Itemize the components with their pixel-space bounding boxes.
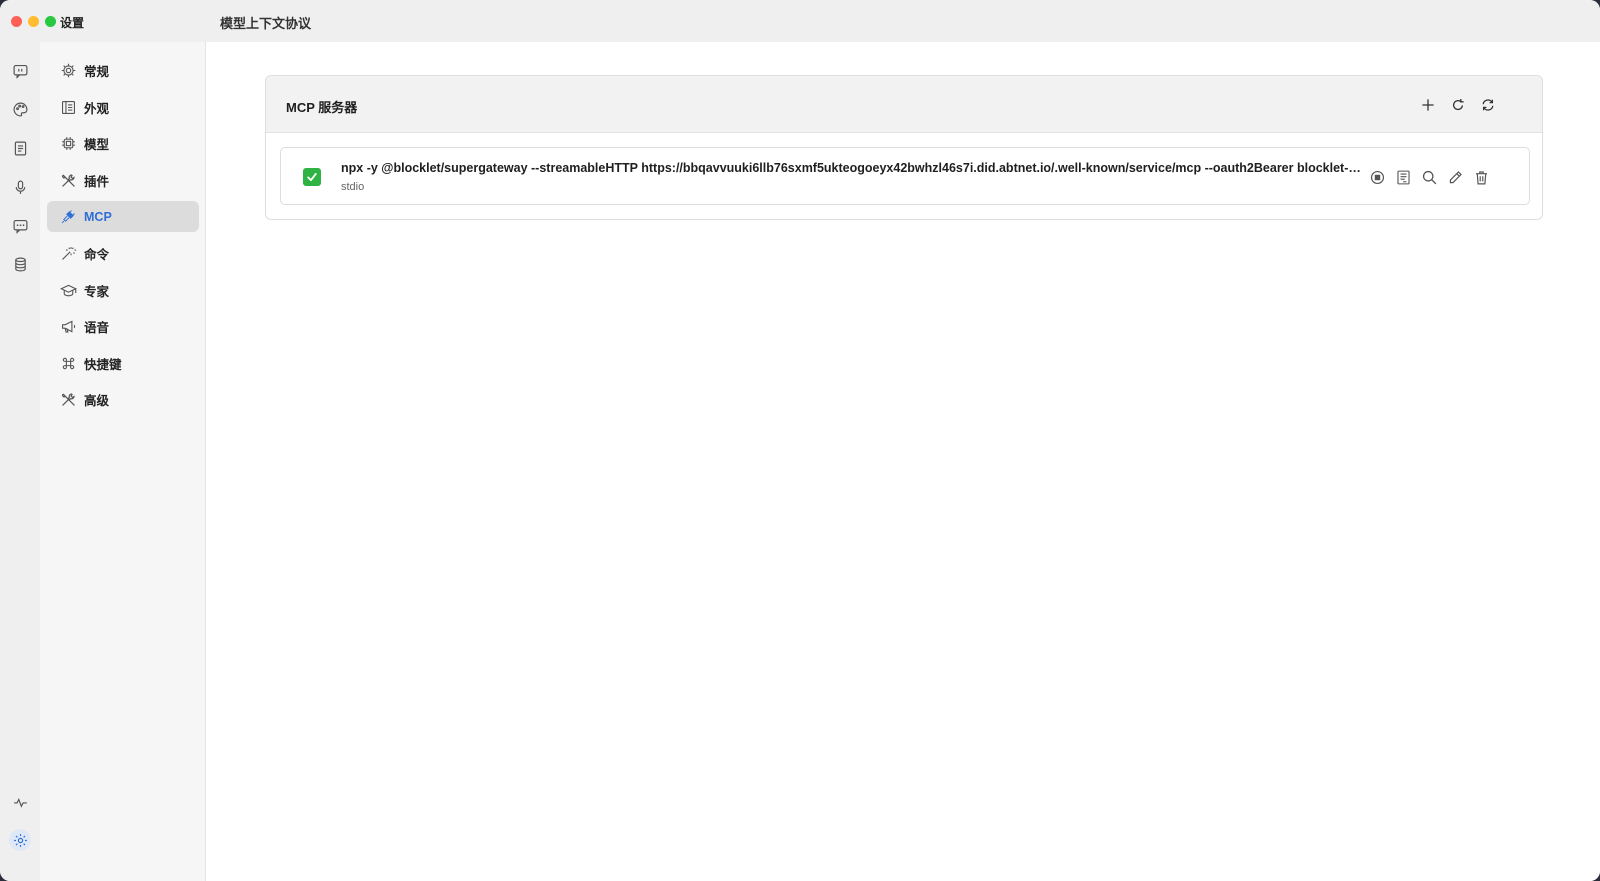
settings-sidebar: 常规 外观 模型 插件 MCP 命令 专家 语音 快捷键 高级: [40, 42, 206, 881]
sidebar-item-plugins[interactable]: 插件: [47, 165, 199, 196]
sync-button[interactable]: [1477, 94, 1499, 116]
sidebar-item-label: 快捷键: [84, 358, 122, 372]
megaphone-icon: [59, 318, 77, 336]
magic-wand-icon: [59, 245, 77, 263]
sidebar-item-label: 插件: [84, 175, 110, 189]
sidebar-item-mcp[interactable]: MCP: [47, 201, 199, 232]
window-title: 设置: [60, 16, 85, 30]
activity-icon[interactable]: [9, 791, 31, 813]
enabled-check-icon[interactable]: [303, 168, 321, 186]
mcp-servers-panel: MCP 服务器 npx -y @blocklet/supergateway --…: [265, 75, 1543, 220]
settings-window: 设置 模型上下文协议 常规 外观 模型 插件 MCP 命令 专家 语音 快捷键 …: [0, 0, 1600, 881]
sidebar-item-appearance[interactable]: 外观: [47, 92, 199, 123]
edit-server-button[interactable]: [1444, 166, 1466, 188]
reload-button[interactable]: [1447, 94, 1469, 116]
server-type: stdio: [341, 181, 365, 193]
palette-icon[interactable]: [9, 98, 31, 120]
settings-gear-icon[interactable]: [9, 829, 31, 851]
mcp-server-row[interactable]: npx -y @blocklet/supergateway --streamab…: [280, 147, 1530, 205]
microphone-icon[interactable]: [9, 176, 31, 198]
sidebar-item-general[interactable]: 常规: [47, 55, 199, 86]
sidebar-item-advanced[interactable]: 高级: [47, 384, 199, 415]
logs-icon: [1396, 170, 1410, 184]
close-window-button[interactable]: [11, 16, 22, 27]
gear-icon: [59, 62, 77, 80]
sidebar-item-label: MCP: [84, 209, 112, 224]
plus-icon: [1422, 99, 1434, 111]
view-logs-button[interactable]: [1392, 166, 1414, 188]
sidebar-item-voice[interactable]: 语音: [47, 311, 199, 342]
icon-rail: [0, 42, 40, 881]
database-icon[interactable]: [9, 253, 31, 275]
sidebar-item-label: 语音: [84, 321, 110, 335]
tools-icon: [59, 391, 77, 409]
sidebar-item-shortcuts[interactable]: 快捷键: [47, 348, 199, 379]
graduation-cap-icon: [59, 282, 77, 300]
sidebar-item-experts[interactable]: 专家: [47, 275, 199, 306]
document-icon[interactable]: [9, 137, 31, 159]
tools-icon: [59, 172, 77, 190]
panel-header: MCP 服务器: [266, 76, 1542, 133]
message-icon[interactable]: [9, 215, 31, 237]
command-key-icon: [59, 355, 77, 373]
plug-icon: [59, 208, 77, 226]
stop-server-button[interactable]: [1366, 166, 1388, 188]
chip-icon: [59, 135, 77, 153]
sidebar-item-label: 模型: [84, 138, 110, 152]
sidebar-item-models[interactable]: 模型: [47, 128, 199, 159]
delete-server-button[interactable]: [1470, 166, 1492, 188]
layout-icon: [59, 99, 77, 117]
inspect-button[interactable]: [1418, 166, 1440, 188]
trash-icon: [1475, 170, 1487, 184]
sidebar-item-label: 外观: [84, 102, 110, 116]
main-content: MCP 服务器 npx -y @blocklet/supergateway --…: [207, 42, 1600, 881]
reload-icon: [1452, 99, 1464, 111]
sidebar-item-label: 专家: [84, 285, 110, 299]
page-title: 模型上下文协议: [220, 16, 312, 31]
zoom-window-button[interactable]: [45, 16, 56, 27]
sidebar-item-label: 高级: [84, 394, 110, 408]
minimize-window-button[interactable]: [28, 16, 39, 27]
pencil-icon: [1449, 170, 1462, 183]
sidebar-item-label: 常规: [84, 65, 110, 79]
sync-icon: [1482, 99, 1494, 111]
sidebar-item-commands[interactable]: 命令: [47, 238, 199, 269]
search-icon: [1422, 170, 1436, 184]
add-server-button[interactable]: [1417, 94, 1439, 116]
chat-quote-icon[interactable]: [9, 60, 31, 82]
server-command: npx -y @blocklet/supergateway --streamab…: [341, 161, 1361, 175]
sidebar-item-label: 命令: [84, 248, 110, 262]
panel-title: MCP 服务器: [286, 100, 358, 115]
title-bar: 设置 模型上下文协议: [0, 0, 1600, 42]
stop-icon: [1370, 170, 1384, 184]
